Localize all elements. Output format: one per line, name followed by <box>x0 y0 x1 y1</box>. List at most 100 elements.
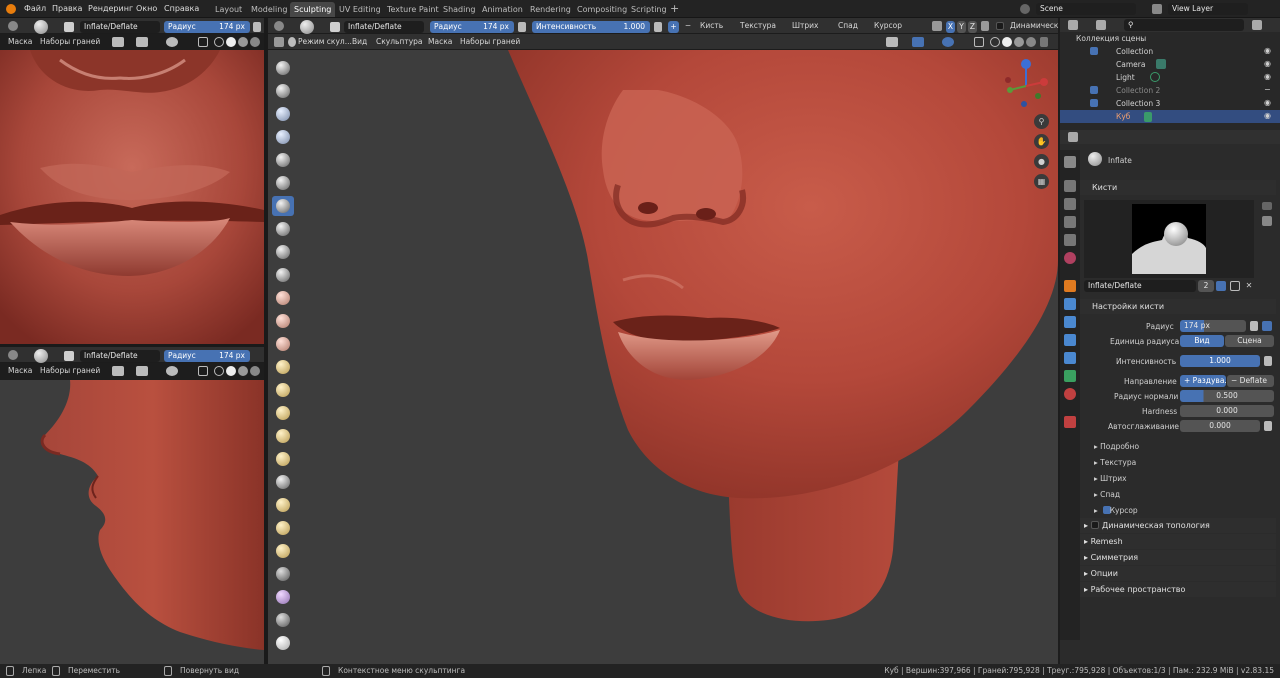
cursor-menu[interactable]: Курсор <box>874 20 902 32</box>
props-strength-field[interactable]: 1.000 <box>1180 355 1260 367</box>
symmetry-icon[interactable] <box>932 21 942 31</box>
exclude-checkbox[interactable] <box>1090 47 1098 55</box>
main-viewport[interactable]: ⚲ ✋ ● ▦ <box>268 50 1058 664</box>
lock-icon[interactable] <box>981 21 989 31</box>
add-workspace-button[interactable]: + <box>670 0 679 18</box>
tool-pinch[interactable] <box>272 380 294 400</box>
subtract-direction-button[interactable]: − <box>683 20 693 32</box>
outliner-row-cube[interactable]: Куб <box>1060 110 1280 123</box>
data-tab-icon[interactable] <box>1064 370 1076 382</box>
tool-snake-hook[interactable] <box>272 449 294 469</box>
pen-pressure-icon[interactable] <box>1264 356 1272 366</box>
tab-layout[interactable]: Layout <box>211 2 246 17</box>
dyntopo-checkbox[interactable] <box>996 22 1004 30</box>
tab-scripting[interactable]: Scripting <box>627 2 671 17</box>
constraints-tab-icon[interactable] <box>1064 352 1076 364</box>
subpanel-texture[interactable]: ▸ Текстура <box>1094 458 1136 467</box>
tab-shading[interactable]: Shading <box>439 2 480 17</box>
eye-icon[interactable]: − <box>1264 85 1271 94</box>
dyntopo-label[interactable]: Динамическ <box>1010 20 1058 32</box>
tab-animation[interactable]: Animation <box>478 2 527 17</box>
view-layer-icon[interactable] <box>1152 4 1162 14</box>
modifiers-tab-icon[interactable] <box>1064 298 1076 310</box>
dyntopo-panel-header[interactable]: ▸ Динамическая топология <box>1080 518 1276 533</box>
tool-icon[interactable] <box>274 21 284 31</box>
texture-tab-icon[interactable] <box>1064 416 1076 428</box>
navigation-gizmo[interactable] <box>998 58 1054 114</box>
workspace-panel-header[interactable]: ▸ Рабочее пространство <box>1080 582 1276 597</box>
material-shading-icon[interactable] <box>238 366 248 376</box>
exclude-checkbox[interactable] <box>1090 99 1098 107</box>
radius-unit-scene-toggle[interactable]: Сцена <box>1225 335 1274 347</box>
overlays-icon[interactable] <box>166 366 178 376</box>
exclude-checkbox[interactable] <box>1090 86 1098 94</box>
tool-clay-thumb[interactable] <box>272 150 294 170</box>
brush-preview-area[interactable] <box>1084 200 1254 278</box>
dyntopo-panel-checkbox[interactable] <box>1091 521 1100 529</box>
botleft-mask-menu[interactable]: Маска <box>8 365 32 377</box>
brush-datablock-field[interactable]: Inflate/Deflate <box>1084 280 1196 292</box>
facesets-menu[interactable]: Наборы граней <box>460 36 520 48</box>
unlink-x-icon[interactable]: ✕ <box>1244 281 1254 291</box>
pen-pressure-icon[interactable] <box>1264 421 1272 431</box>
eye-icon[interactable]: ◉ <box>1264 72 1271 81</box>
outliner-row-scene-collection[interactable]: Коллекция сцены <box>1060 32 1280 45</box>
stroke-menu[interactable]: Штрих <box>792 20 818 32</box>
scene-icon[interactable] <box>1020 4 1030 14</box>
radius-unit-view-toggle[interactable]: Вид <box>1180 335 1224 347</box>
eye-icon[interactable]: ◉ <box>1264 46 1271 55</box>
scene-tab-icon[interactable] <box>1064 234 1076 246</box>
menu-file[interactable]: Файл <box>24 0 46 18</box>
direction-inflate-toggle[interactable]: + Раздува... <box>1180 375 1226 387</box>
tool-crease[interactable] <box>272 242 294 262</box>
tool-blob[interactable] <box>272 219 294 239</box>
tool-layer[interactable] <box>272 173 294 193</box>
visibility-icon[interactable] <box>112 366 124 376</box>
editor-type-icon[interactable] <box>1068 20 1078 30</box>
tool-scrape[interactable] <box>272 334 294 354</box>
transform-icon[interactable] <box>136 37 148 47</box>
tool-pose[interactable] <box>272 495 294 515</box>
options-panel-header[interactable]: ▸ Опции <box>1080 566 1276 581</box>
tool-elastic-deform[interactable] <box>272 426 294 446</box>
tool-rotate[interactable] <box>272 541 294 561</box>
tab-sculpting[interactable]: Sculpting <box>290 2 336 17</box>
tool-flatten[interactable] <box>272 288 294 308</box>
symmetry-z-toggle[interactable]: Z <box>968 21 977 33</box>
tool-thumb[interactable] <box>272 472 294 492</box>
material-shading-icon[interactable] <box>238 37 248 47</box>
tool-smooth[interactable] <box>272 265 294 285</box>
remesh-panel-header[interactable]: ▸ Remesh <box>1080 534 1276 549</box>
pen-pressure-icon[interactable] <box>654 22 662 32</box>
direction-deflate-toggle[interactable]: − Deflate <box>1227 375 1274 387</box>
pen-pressure-icon[interactable] <box>253 22 261 32</box>
wireframe-shading-icon[interactable] <box>990 37 1000 47</box>
tab-uv-editing[interactable]: UV Editing <box>335 2 385 17</box>
subpanel-cursor[interactable]: ▸ Курсор <box>1094 506 1138 515</box>
solid-shading-icon[interactable] <box>226 37 236 47</box>
tool-inflate[interactable] <box>272 196 294 216</box>
scene-field[interactable]: Scene <box>1036 3 1136 15</box>
normal-radius-field[interactable]: 0.500 <box>1180 390 1274 402</box>
solid-shading-icon[interactable] <box>226 366 236 376</box>
editor-type-icon[interactable] <box>274 37 284 47</box>
tool-mask[interactable] <box>272 610 294 630</box>
xray-icon[interactable] <box>198 37 208 47</box>
world-tab-icon[interactable] <box>1064 252 1076 264</box>
perspective-grid-icon[interactable]: ▦ <box>1034 174 1049 189</box>
expand-previews-icon[interactable] <box>1262 202 1272 210</box>
sculpt-mode-icon[interactable] <box>288 37 296 47</box>
tab-compositing[interactable]: Compositing <box>573 2 631 17</box>
camera-view-icon[interactable]: ● <box>1034 154 1049 169</box>
tool-tab-icon[interactable] <box>1064 156 1076 168</box>
gizmo-toggle-icon[interactable] <box>912 37 924 47</box>
tool-nudge[interactable] <box>272 518 294 538</box>
fake-user-shield-icon[interactable] <box>1216 281 1226 291</box>
pan-hand-icon[interactable]: ✋ <box>1034 134 1049 149</box>
add-direction-button[interactable]: + <box>668 21 679 33</box>
tool-icon[interactable] <box>8 350 18 360</box>
botleft-radius-field[interactable]: Радиус 174 px <box>164 350 250 362</box>
rendered-shading-icon[interactable] <box>1026 37 1036 47</box>
pen-pressure-icon[interactable] <box>1250 321 1258 331</box>
visibility-icon[interactable] <box>886 37 898 47</box>
